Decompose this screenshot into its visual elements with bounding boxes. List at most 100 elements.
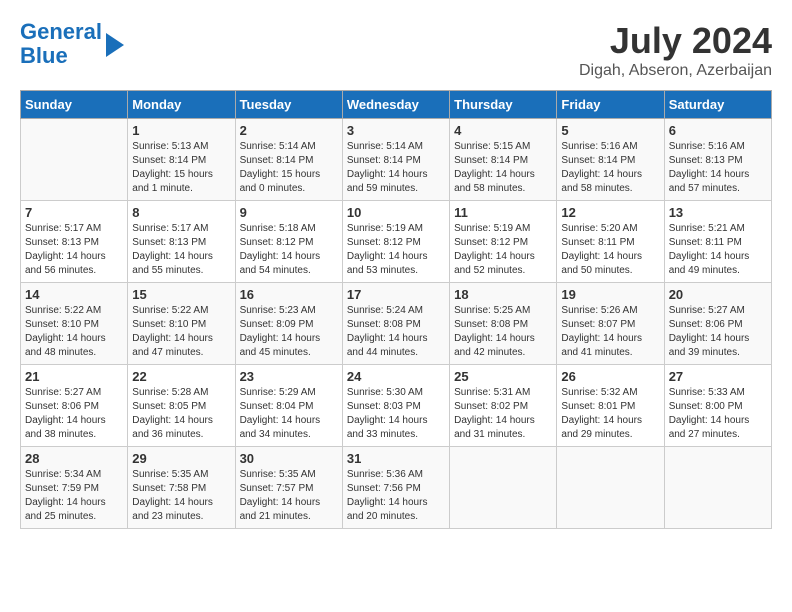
calendar-cell — [557, 447, 664, 529]
day-number: 4 — [454, 123, 552, 138]
day-info: Sunrise: 5:32 AM Sunset: 8:01 PM Dayligh… — [561, 386, 659, 442]
calendar-cell: 17 Sunrise: 5:24 AM Sunset: 8:08 PM Dayli… — [342, 283, 449, 365]
col-header-sunday: Sunday — [21, 91, 128, 119]
day-info: Sunrise: 5:14 AM Sunset: 8:14 PM Dayligh… — [240, 140, 338, 196]
day-info: Sunrise: 5:22 AM Sunset: 8:10 PM Dayligh… — [25, 304, 123, 360]
day-info: Sunrise: 5:26 AM Sunset: 8:07 PM Dayligh… — [561, 304, 659, 360]
day-number: 23 — [240, 369, 338, 384]
day-number: 12 — [561, 205, 659, 220]
calendar-cell: 14Sunrise: 5:22 AM Sunset: 8:10 PM Dayli… — [21, 283, 128, 365]
day-number: 19 — [561, 287, 659, 302]
day-info: Sunrise: 5:18 AM Sunset: 8:12 PM Dayligh… — [240, 222, 338, 278]
day-number: 18 — [454, 287, 552, 302]
day-info: Sunrise: 5:17 AM Sunset: 8:13 PM Dayligh… — [132, 222, 230, 278]
day-number: 31 — [347, 451, 445, 466]
day-info: Sunrise: 5:36 AM Sunset: 7:56 PM Dayligh… — [347, 468, 445, 524]
day-number: 15 — [132, 287, 230, 302]
calendar-cell: 15 Sunrise: 5:22 AM Sunset: 8:10 PM Dayli… — [128, 283, 235, 365]
day-info: Sunrise: 5:35 AM Sunset: 7:57 PM Dayligh… — [240, 468, 338, 524]
calendar-cell: 24 Sunrise: 5:30 AM Sunset: 8:03 PM Dayli… — [342, 365, 449, 447]
week-row-2: 7 Sunrise: 5:17 AM Sunset: 8:13 PM Daylig… — [21, 201, 772, 283]
calendar-cell: 9Sunrise: 5:18 AM Sunset: 8:12 PM Daylig… — [235, 201, 342, 283]
calendar-cell: 20Sunrise: 5:27 AM Sunset: 8:06 PM Dayli… — [664, 283, 771, 365]
day-info: Sunrise: 5:25 AM Sunset: 8:08 PM Dayligh… — [454, 304, 552, 360]
day-info: Sunrise: 5:30 AM Sunset: 8:03 PM Dayligh… — [347, 386, 445, 442]
logo-text-general: General — [20, 19, 102, 44]
calendar-cell: 10 Sunrise: 5:19 AM Sunset: 8:12 PM Dayli… — [342, 201, 449, 283]
calendar-cell: 1Sunrise: 5:13 AM Sunset: 8:14 PM Daylig… — [128, 119, 235, 201]
col-header-saturday: Saturday — [664, 91, 771, 119]
calendar-cell: 11Sunrise: 5:19 AM Sunset: 8:12 PM Dayli… — [450, 201, 557, 283]
day-info: Sunrise: 5:31 AM Sunset: 8:02 PM Dayligh… — [454, 386, 552, 442]
day-number: 20 — [669, 287, 767, 302]
week-row-3: 14Sunrise: 5:22 AM Sunset: 8:10 PM Dayli… — [21, 283, 772, 365]
calendar-cell: 27Sunrise: 5:33 AM Sunset: 8:00 PM Dayli… — [664, 365, 771, 447]
calendar-cell — [664, 447, 771, 529]
week-row-4: 21Sunrise: 5:27 AM Sunset: 8:06 PM Dayli… — [21, 365, 772, 447]
day-number: 3 — [347, 123, 445, 138]
day-number: 16 — [240, 287, 338, 302]
day-info: Sunrise: 5:35 AM Sunset: 7:58 PM Dayligh… — [132, 468, 230, 524]
day-info: Sunrise: 5:22 AM Sunset: 8:10 PM Dayligh… — [132, 304, 230, 360]
day-number: 2 — [240, 123, 338, 138]
calendar-cell — [21, 119, 128, 201]
title-block: July 2024 Digah, Abseron, Azerbaijan — [579, 20, 772, 80]
day-number: 8 — [132, 205, 230, 220]
calendar-cell: 25 Sunrise: 5:31 AM Sunset: 8:02 PM Dayli… — [450, 365, 557, 447]
day-info: Sunrise: 5:21 AM Sunset: 8:11 PM Dayligh… — [669, 222, 767, 278]
day-number: 17 — [347, 287, 445, 302]
day-info: Sunrise: 5:29 AM Sunset: 8:04 PM Dayligh… — [240, 386, 338, 442]
col-header-tuesday: Tuesday — [235, 91, 342, 119]
day-number: 5 — [561, 123, 659, 138]
day-number: 7 — [25, 205, 123, 220]
day-info: Sunrise: 5:17 AM Sunset: 8:13 PM Dayligh… — [25, 222, 123, 278]
day-info: Sunrise: 5:34 AM Sunset: 7:59 PM Dayligh… — [25, 468, 123, 524]
day-number: 29 — [132, 451, 230, 466]
header-row: SundayMondayTuesdayWednesdayThursdayFrid… — [21, 91, 772, 119]
day-info: Sunrise: 5:14 AM Sunset: 8:14 PM Dayligh… — [347, 140, 445, 196]
calendar-cell: 2 Sunrise: 5:14 AM Sunset: 8:14 PM Daylig… — [235, 119, 342, 201]
calendar-cell: 31 Sunrise: 5:36 AM Sunset: 7:56 PM Dayli… — [342, 447, 449, 529]
calendar-cell: 13 Sunrise: 5:21 AM Sunset: 8:11 PM Dayli… — [664, 201, 771, 283]
calendar-cell: 8 Sunrise: 5:17 AM Sunset: 8:13 PM Daylig… — [128, 201, 235, 283]
day-number: 30 — [240, 451, 338, 466]
day-number: 26 — [561, 369, 659, 384]
main-title: July 2024 — [579, 20, 772, 62]
calendar-cell: 4Sunrise: 5:15 AM Sunset: 8:14 PM Daylig… — [450, 119, 557, 201]
day-number: 11 — [454, 205, 552, 220]
day-info: Sunrise: 5:13 AM Sunset: 8:14 PM Dayligh… — [132, 140, 230, 196]
week-row-1: 1Sunrise: 5:13 AM Sunset: 8:14 PM Daylig… — [21, 119, 772, 201]
calendar-cell: 3 Sunrise: 5:14 AM Sunset: 8:14 PM Daylig… — [342, 119, 449, 201]
calendar-cell: 16 Sunrise: 5:23 AM Sunset: 8:09 PM Dayli… — [235, 283, 342, 365]
day-number: 25 — [454, 369, 552, 384]
day-number: 13 — [669, 205, 767, 220]
calendar-cell: 21Sunrise: 5:27 AM Sunset: 8:06 PM Dayli… — [21, 365, 128, 447]
day-number: 10 — [347, 205, 445, 220]
col-header-wednesday: Wednesday — [342, 91, 449, 119]
logo-text-blue: Blue — [20, 43, 68, 68]
week-row-5: 28 Sunrise: 5:34 AM Sunset: 7:59 PM Dayli… — [21, 447, 772, 529]
day-number: 22 — [132, 369, 230, 384]
calendar-cell: 30 Sunrise: 5:35 AM Sunset: 7:57 PM Dayli… — [235, 447, 342, 529]
day-info: Sunrise: 5:20 AM Sunset: 8:11 PM Dayligh… — [561, 222, 659, 278]
calendar-cell: 5 Sunrise: 5:16 AM Sunset: 8:14 PM Daylig… — [557, 119, 664, 201]
col-header-thursday: Thursday — [450, 91, 557, 119]
calendar-cell — [450, 447, 557, 529]
day-number: 27 — [669, 369, 767, 384]
day-info: Sunrise: 5:16 AM Sunset: 8:14 PM Dayligh… — [561, 140, 659, 196]
col-header-friday: Friday — [557, 91, 664, 119]
day-info: Sunrise: 5:23 AM Sunset: 8:09 PM Dayligh… — [240, 304, 338, 360]
day-number: 24 — [347, 369, 445, 384]
day-number: 21 — [25, 369, 123, 384]
calendar-cell: 12 Sunrise: 5:20 AM Sunset: 8:11 PM Dayli… — [557, 201, 664, 283]
day-number: 28 — [25, 451, 123, 466]
calendar-cell: 19 Sunrise: 5:26 AM Sunset: 8:07 PM Dayli… — [557, 283, 664, 365]
subtitle: Digah, Abseron, Azerbaijan — [579, 62, 772, 80]
day-info: Sunrise: 5:19 AM Sunset: 8:12 PM Dayligh… — [347, 222, 445, 278]
day-number: 6 — [669, 123, 767, 138]
day-info: Sunrise: 5:24 AM Sunset: 8:08 PM Dayligh… — [347, 304, 445, 360]
logo-arrow-icon — [106, 33, 124, 57]
calendar-cell: 28 Sunrise: 5:34 AM Sunset: 7:59 PM Dayli… — [21, 447, 128, 529]
calendar-cell: 26 Sunrise: 5:32 AM Sunset: 8:01 PM Dayli… — [557, 365, 664, 447]
calendar-cell: 6Sunrise: 5:16 AM Sunset: 8:13 PM Daylig… — [664, 119, 771, 201]
